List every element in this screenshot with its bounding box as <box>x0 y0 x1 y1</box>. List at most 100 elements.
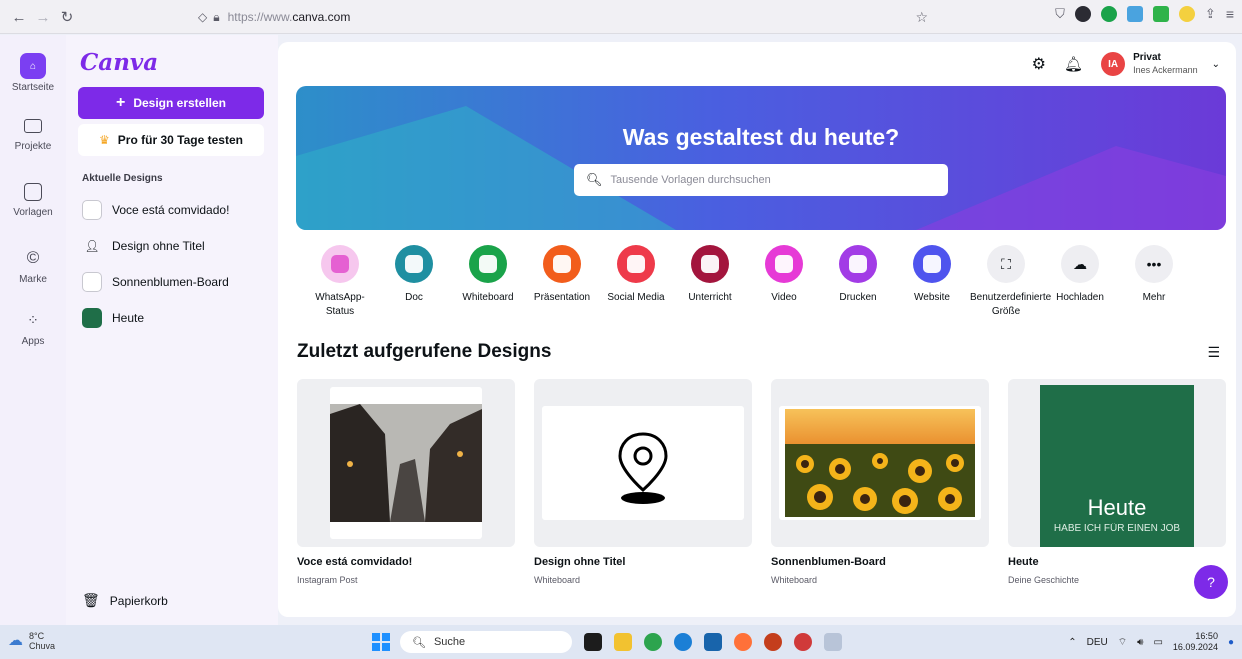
forward-icon[interactable]: → <box>32 6 54 28</box>
account-info: Privat Ines Ackermann <box>1133 52 1198 76</box>
trash-button[interactable]: 🗑︎ Papierkorb <box>82 592 168 609</box>
address-bar[interactable]: ◇ 🔒︎ https://www.canva.com ☆ <box>198 6 928 28</box>
menu-icon[interactable]: ≡ <box>1226 6 1234 22</box>
quick-action-social-media[interactable]: Social Media <box>600 245 672 305</box>
wifi-icon[interactable]: ⌔ <box>1118 636 1127 649</box>
taskbar-search-label: Suche <box>433 636 466 648</box>
extension-new-icon[interactable] <box>1126 6 1143 22</box>
app-icon[interactable] <box>824 633 842 651</box>
quick-action-video[interactable]: Video <box>748 245 820 305</box>
list-view-icon[interactable]: ☰ <box>1207 344 1220 361</box>
chrome-icon[interactable] <box>644 633 662 651</box>
pro-trial-button[interactable]: ♛ Pro für 30 Tage testen <box>78 124 264 156</box>
quick-action-whiteboard[interactable]: Whiteboard <box>452 245 524 305</box>
recent-item[interactable]: 👤︎ Design ohne Titel <box>82 235 204 257</box>
firefox-icon[interactable] <box>734 633 752 651</box>
rail-item-startseite[interactable]: ⌂ Startseite <box>0 53 66 93</box>
top-bar: ⚙ 🔔︎ IA Privat Ines Ackermann ⌄ <box>278 42 1236 86</box>
taskbar-search[interactable]: 🔍︎ Suche <box>400 631 572 653</box>
cloud-upload-icon: ☁ <box>1061 245 1099 283</box>
template-search-input[interactable]: 🔍︎ Tausende Vorlagen durchsuchen <box>574 164 948 196</box>
volume-icon[interactable]: 🔊︎ <box>1137 637 1143 648</box>
help-button[interactable]: ? <box>1194 565 1228 599</box>
word-icon[interactable] <box>704 633 722 651</box>
language-indicator[interactable]: DEU <box>1087 637 1108 648</box>
recent-designs-heading: Aktuelle Designs <box>82 173 163 184</box>
card-title[interactable]: Heute <box>1008 556 1039 568</box>
pocket-icon[interactable]: ⛉ <box>1055 6 1065 22</box>
recent-item[interactable]: Voce está comvidado! <box>82 199 229 221</box>
design-thumb-icon <box>82 272 102 292</box>
extension-yellow-icon[interactable] <box>1178 6 1195 22</box>
quick-action-label: Website <box>914 292 950 303</box>
quick-action-label: Hochladen <box>1056 292 1104 303</box>
extension-dark-icon[interactable] <box>1074 6 1091 22</box>
bookmark-star-icon[interactable]: ☆ <box>915 9 928 26</box>
clock[interactable]: 16:50 16.09.2024 <box>1173 631 1218 653</box>
canva-logo[interactable]: Canva <box>80 49 158 76</box>
card-title[interactable]: Voce está comvidado! <box>297 556 412 568</box>
design-card[interactable] <box>534 379 752 547</box>
rail-item-projekte[interactable]: Projekte <box>0 119 66 152</box>
search-icon: 🔍︎ <box>412 636 426 649</box>
quick-action-print[interactable]: Drucken <box>822 245 894 305</box>
quick-action-label: Whiteboard <box>462 292 514 303</box>
rail-item-vorlagen[interactable]: Vorlagen <box>0 183 66 218</box>
sunflower-photo-image <box>785 409 975 517</box>
card-title[interactable]: Design ohne Titel <box>534 556 625 568</box>
recent-item-label: Sonnenblumen-Board <box>112 275 229 289</box>
quick-action-whatsapp[interactable]: WhatsApp-Status <box>304 245 376 319</box>
card-subtitle: Deine Geschichte <box>1008 575 1080 585</box>
quick-action-custom-size[interactable]: ⛶ Benutzerdefinierte Größe <box>970 245 1051 319</box>
notification-icon[interactable]: ● <box>1228 637 1234 648</box>
share-icon[interactable]: ⇪ <box>1205 6 1216 22</box>
quick-action-more[interactable]: ••• Mehr <box>1118 245 1190 305</box>
recent-item[interactable]: Heute <box>82 307 144 329</box>
thumb-subtitle: HABE ICH FÜR EINEN JOB <box>1053 523 1181 534</box>
notification-bell-icon[interactable]: 🔔︎ <box>1064 55 1083 73</box>
quick-action-label: WhatsApp-Status <box>315 292 365 317</box>
lock-icon: 🔒︎ <box>213 9 220 24</box>
location-pin-icon <box>618 432 668 504</box>
powerpoint-icon[interactable] <box>764 633 782 651</box>
rail-item-marke[interactable]: © Marke <box>0 245 66 285</box>
whatsapp-status-icon <box>321 245 359 283</box>
checkbox-extension-icon[interactable] <box>1152 6 1169 22</box>
hero-background <box>296 106 1226 230</box>
weather-widget[interactable]: ☁ 8°C Chuva <box>8 631 55 651</box>
rain-cloud-icon: ☁ <box>8 632 23 649</box>
windows-start-icon[interactable] <box>372 633 390 651</box>
rail-item-apps[interactable]: ⁘ Apps <box>0 307 66 348</box>
card-title[interactable]: Sonnenblumen-Board <box>771 556 886 568</box>
recent-item[interactable]: Sonnenblumen-Board <box>82 271 229 293</box>
quick-action-label: Mehr <box>1142 292 1166 303</box>
card-subtitle: Whiteboard <box>534 575 581 585</box>
quick-action-upload[interactable]: ☁ Hochladen <box>1044 245 1116 305</box>
card-subtitle: Instagram Post <box>297 575 358 585</box>
app-icon[interactable] <box>794 633 812 651</box>
file-explorer-icon[interactable] <box>614 633 632 651</box>
quick-action-presentation[interactable]: Präsentation <box>526 245 598 305</box>
quick-action-doc[interactable]: Doc <box>378 245 450 305</box>
edge-icon[interactable] <box>674 633 692 651</box>
rail-label: Vorlagen <box>13 207 53 218</box>
battery-icon[interactable]: ▭ <box>1153 637 1162 648</box>
pro-trial-label: Pro für 30 Tage testen <box>117 133 243 147</box>
terminal-app-icon[interactable] <box>584 633 602 651</box>
search-placeholder: Tausende Vorlagen durchsuchen <box>610 174 771 186</box>
design-card[interactable] <box>297 379 515 547</box>
back-icon[interactable]: ← <box>8 6 30 28</box>
create-design-button[interactable]: + Design erstellen <box>78 87 264 119</box>
settings-gear-icon[interactable]: ⚙ <box>1032 54 1046 74</box>
design-card[interactable] <box>771 379 989 547</box>
extension-green-icon[interactable] <box>1100 6 1117 22</box>
quick-action-education[interactable]: Unterricht <box>674 245 746 305</box>
graduation-cap-icon <box>691 245 729 283</box>
design-card[interactable]: Heute HABE ICH FÜR EINEN JOB <box>1008 379 1226 547</box>
chevron-up-icon[interactable]: ⌃ <box>1068 637 1076 648</box>
reload-icon[interactable]: ↻ <box>56 6 78 28</box>
card-thumbnail <box>779 406 981 520</box>
account-menu[interactable]: IA Privat Ines Ackermann ⌄ <box>1101 52 1220 76</box>
quick-action-website[interactable]: Website <box>896 245 968 305</box>
plus-icon: + <box>115 94 126 111</box>
